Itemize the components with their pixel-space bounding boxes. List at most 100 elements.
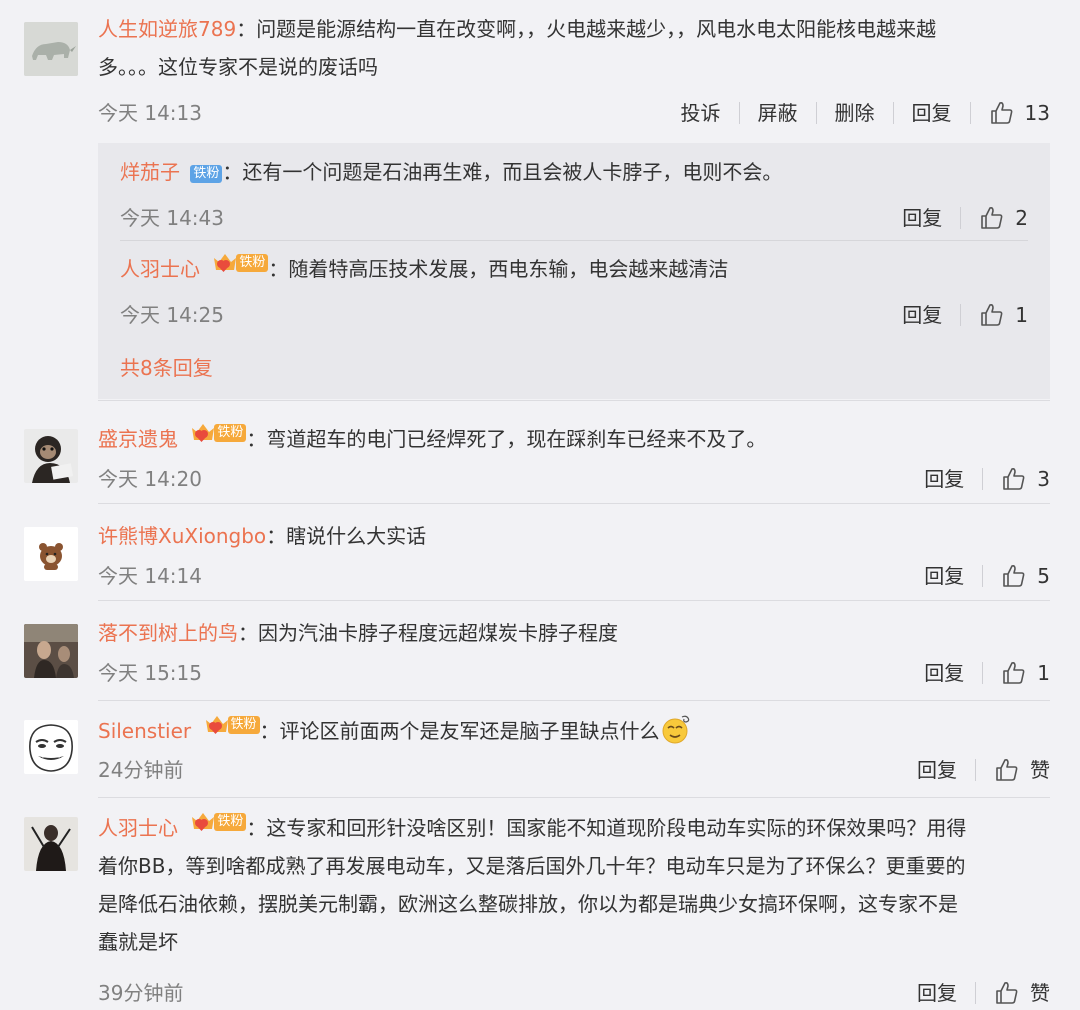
like-button[interactable]: 赞: [994, 978, 1050, 1008]
divider: [98, 600, 1050, 601]
like-count: 2: [1015, 206, 1028, 230]
comment-actions: 回复 3: [924, 464, 1050, 494]
divider: [960, 304, 962, 326]
reply-content: 随着特高压技术发展，西电东输，电会越来越清洁: [288, 257, 729, 281]
reply-button[interactable]: 回复: [917, 978, 957, 1008]
reply-button[interactable]: 回复: [924, 658, 964, 688]
colon: ：: [259, 719, 280, 743]
fan-badge-label: 铁粉: [236, 254, 269, 272]
thumbs-up-icon: [1003, 662, 1025, 684]
divider: [975, 982, 976, 1004]
report-button[interactable]: 投诉: [681, 98, 721, 128]
username-link[interactable]: Silenstier: [98, 719, 191, 743]
username-link[interactable]: 人生如逆旅789: [98, 17, 236, 41]
divider: [982, 565, 984, 587]
block-button[interactable]: 屏蔽: [758, 98, 798, 128]
comment-text-line: 是降低石油依赖，摆脱美元制霸，欧洲这么整碳排放，你以为都是瑞典少女搞环保啊，这专…: [98, 892, 958, 916]
divider: [98, 797, 1050, 798]
comment-text: 人生如逆旅789：问题是能源结构一直在改变啊，，火电越来越少，，风电水电太阳能核…: [98, 10, 1050, 48]
like-count: 13: [1024, 101, 1050, 125]
like-count: 1: [1037, 661, 1050, 685]
like-label: 赞: [1030, 981, 1050, 1005]
like-label: 赞: [1030, 758, 1050, 782]
reply-button[interactable]: 回复: [912, 98, 952, 128]
comment-text-line: 这专家和回形针没啥区别！国家能不知道现阶段电动车实际的环保效果吗？用得: [266, 816, 967, 840]
reply-button[interactable]: 回复: [902, 203, 942, 233]
timestamp: 今天 14:14: [98, 564, 202, 588]
thumbs-up-icon: [981, 207, 1003, 229]
comment-text: 落不到树上的鸟：因为汽油卡脖子程度远超煤炭卡脖子程度: [98, 614, 1050, 652]
thumbs-up-icon: [1003, 468, 1025, 490]
comment-content: 评论区前面两个是友军还是脑子里缺点什么: [279, 719, 660, 743]
meme-face-icon[interactable]: [24, 720, 78, 774]
reply-button[interactable]: 回复: [924, 464, 964, 494]
timestamp: 今天 14:25: [120, 303, 224, 327]
like-button[interactable]: 5: [1001, 561, 1050, 591]
fan-badge-label: 铁粉: [190, 165, 223, 183]
crown-heart-icon: [192, 424, 215, 442]
fan-badge-label: 铁粉: [214, 813, 247, 831]
comment-item: 许熊博XuXiongbo：瞎说什么大实话 今天 14:14 回复 5: [0, 503, 1080, 600]
username-link[interactable]: 烊茄子: [120, 160, 180, 184]
thumbs-up-icon: [1003, 565, 1025, 587]
username-link[interactable]: 人羽士心: [98, 816, 178, 840]
divider: [960, 207, 962, 229]
like-button[interactable]: 1: [979, 300, 1028, 330]
colon: ：: [238, 621, 258, 645]
colon: ：: [236, 17, 257, 41]
dizzy-face-emoji-icon: [662, 715, 689, 744]
like-button[interactable]: 1: [1001, 658, 1050, 688]
comment-body: 许熊博XuXiongbo：瞎说什么大实话: [98, 517, 1050, 555]
divider: [120, 240, 1028, 241]
comment-item: 落不到树上的鸟：因为汽油卡脖子程度远超煤炭卡脖子程度 今天 15:15 回复 1: [0, 600, 1080, 697]
comment-body: Silenstier 铁粉 ：评论区前面两个是友军还是脑子里缺点什么: [98, 712, 1050, 750]
dark-figure-icon[interactable]: [24, 817, 78, 871]
comment-content: 因为汽油卡脖子程度远超煤炭卡脖子程度: [258, 621, 618, 645]
reply-button[interactable]: 回复: [924, 561, 964, 591]
comment-body: 人羽士心 铁粉 ：这专家和回形针没啥区别！国家能不知道现阶段电动车实际的环保效果…: [98, 809, 1050, 961]
monkey-image-icon[interactable]: [24, 429, 78, 483]
comment-page: 人生如逆旅789：问题是能源结构一直在改变啊，，火电越来越少，，风电水电太阳能核…: [0, 0, 1080, 1010]
fan-badge-label: 铁粉: [214, 424, 247, 442]
timestamp: 24分钟前: [98, 758, 184, 782]
brown-bear-icon[interactable]: [24, 527, 78, 581]
comment-content: 瞎说什么大实话: [286, 524, 427, 548]
username-link[interactable]: 盛京遗鬼: [98, 427, 178, 451]
comment-actions: 回复 5: [924, 561, 1050, 591]
divider: [98, 700, 1050, 701]
colon: ：: [268, 257, 289, 281]
thumbs-up-icon: [981, 304, 1003, 326]
timestamp: 今天 15:15: [98, 661, 202, 685]
username-link[interactable]: 落不到树上的鸟: [98, 621, 238, 645]
comment-body: 人生如逆旅789：问题是能源结构一直在改变啊，，火电越来越少，，风电水电太阳能核…: [98, 10, 1050, 86]
colon: ：: [246, 816, 267, 840]
divider: [969, 102, 971, 124]
username-link[interactable]: 许熊博XuXiongbo: [98, 524, 266, 548]
like-count: 1: [1015, 303, 1028, 327]
colon: ：: [222, 160, 243, 184]
portrait-image-icon[interactable]: [24, 624, 78, 678]
fan-badge: 铁粉: [190, 422, 247, 444]
like-button[interactable]: 2: [979, 203, 1028, 233]
thumbs-up-icon: [996, 982, 1018, 1004]
like-button[interactable]: 赞: [994, 755, 1050, 785]
like-button[interactable]: 3: [1001, 464, 1050, 494]
rhino-image-icon[interactable]: [24, 22, 78, 76]
comment-actions: 投诉 屏蔽 删除 回复 13: [681, 98, 1050, 128]
delete-button[interactable]: 删除: [835, 98, 875, 128]
timestamp: 今天 14:43: [120, 206, 224, 230]
reply-button[interactable]: 回复: [902, 300, 942, 330]
reply-button[interactable]: 回复: [917, 755, 957, 785]
reply-item: 人羽士心 铁粉 ：随着特高压技术发展，西电东输，电会越来越清洁 今天 14:25…: [120, 250, 1028, 327]
comment-actions: 回复 赞: [917, 755, 1050, 785]
like-button[interactable]: 13: [989, 98, 1050, 128]
more-replies-link[interactable]: 共8条回复: [120, 353, 213, 383]
fan-badge: 铁粉: [204, 714, 260, 736]
colon: ：: [266, 524, 287, 548]
thumbs-up-icon: [996, 759, 1018, 781]
timestamp: 39分钟前: [98, 981, 184, 1005]
username-link[interactable]: 人羽士心: [120, 257, 200, 281]
reply-text: 人羽士心 铁粉 ：随着特高压技术发展，西电东输，电会越来越清洁: [120, 250, 1028, 288]
comment-actions: 回复 1: [924, 658, 1050, 688]
comment-text: 人羽士心 铁粉 ：这专家和回形针没啥区别！国家能不知道现阶段电动车实际的环保效果…: [98, 809, 1050, 847]
